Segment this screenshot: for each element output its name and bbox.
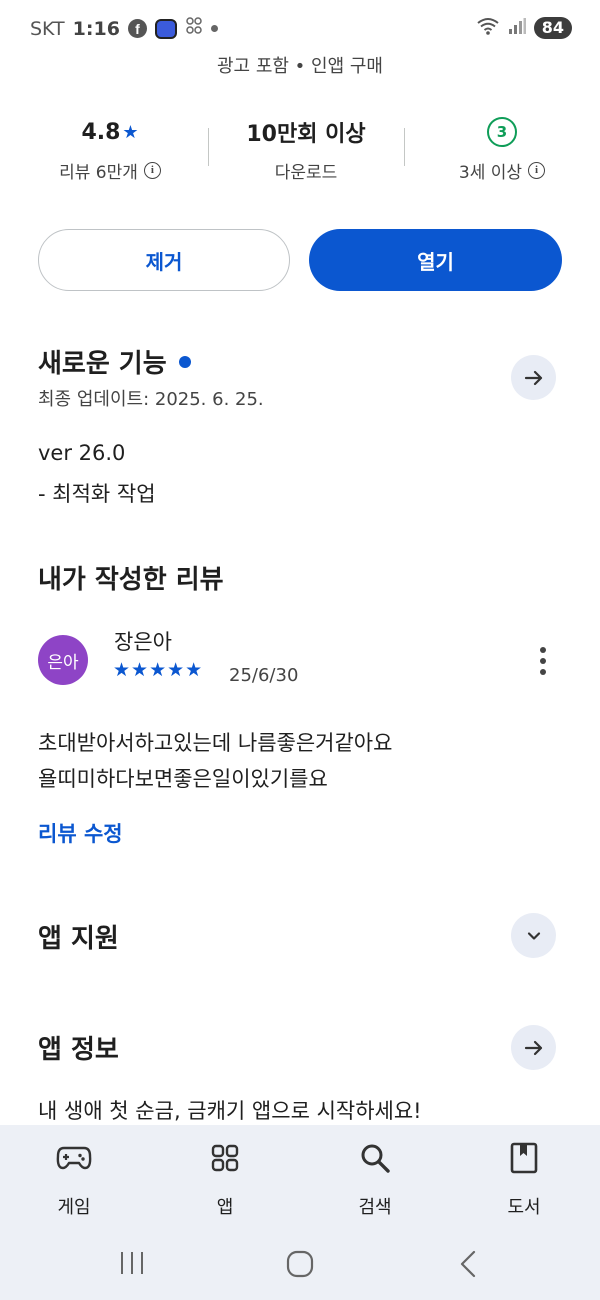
nav-label-apps: 앱: [216, 1197, 234, 1218]
ads-in-app-purchase-label: 광고 포함 • 인앱 구매: [217, 56, 383, 77]
battery-icon: 84: [533, 17, 572, 39]
nav-label-search: 검색: [358, 1197, 392, 1218]
last-updated-label: 최종 업데이트: 2025. 6. 25.: [38, 389, 264, 410]
version-text: ver 26.0: [38, 441, 126, 465]
nav-item-search[interactable]: 검색: [315, 1141, 435, 1219]
app-description: 내 생애 첫 순금, 금캐기 앱으로 시작하세요!: [38, 1099, 422, 1123]
my-review-title: 내가 작성한 리뷰: [38, 565, 224, 595]
clock: 1:16: [72, 17, 120, 40]
status-right: 84: [476, 16, 572, 40]
review-date: 25/6/30: [229, 665, 299, 686]
app-notification-icon: [154, 18, 177, 39]
search-icon: [315, 1141, 435, 1175]
edit-review-link[interactable]: 리뷰 수정: [38, 818, 123, 848]
app-info-title[interactable]: 앱 정보: [38, 1029, 119, 1066]
downloads-label: 다운로드: [274, 163, 338, 183]
more-options-icon[interactable]: [531, 644, 555, 678]
info-icon[interactable]: i: [143, 162, 161, 179]
status-left: SKT 1:16 f: [30, 16, 218, 41]
book-icon: [464, 1141, 584, 1175]
nav-label-books: 도서: [507, 1197, 541, 1218]
review-text-line-1: 초대받아서하고있는데 나름좋은거같아요: [38, 731, 393, 755]
age-rating-badge-icon: 3: [487, 117, 517, 147]
wifi-icon: [476, 16, 500, 40]
rating-stat[interactable]: 4.8 ★ 리뷰 6만개 i: [20, 112, 200, 183]
whats-new-arrow-button[interactable]: [511, 355, 556, 400]
reviewer-name: 장은아: [114, 630, 172, 654]
recents-icon[interactable]: [118, 1250, 146, 1280]
release-notes-text: - 최적화 작업: [38, 482, 156, 506]
nav-label-games: 게임: [57, 1197, 91, 1218]
home-icon[interactable]: [286, 1250, 314, 1282]
app-support-title[interactable]: 앱 지원: [38, 918, 119, 955]
app-stats-row: 4.8 ★ 리뷰 6만개 i 10만회 이상 다운로드 3 3세 이상 i: [0, 112, 600, 192]
apps-grid-icon: [165, 1141, 285, 1175]
age-rating-label: 3세 이상: [458, 163, 523, 183]
downloads-stat: 10만회 이상 다운로드: [216, 112, 396, 183]
uninstall-button[interactable]: 제거: [38, 229, 290, 291]
stat-divider: [208, 128, 209, 166]
whats-new-title-text: 새로운 기능: [38, 349, 167, 379]
downloads-value: 10만회 이상: [246, 122, 366, 147]
whats-new-title[interactable]: 새로운 기능: [38, 343, 191, 380]
arrow-right-icon: [524, 370, 542, 385]
nav-item-apps[interactable]: 앱: [165, 1141, 285, 1219]
app-info-arrow-button[interactable]: [511, 1025, 556, 1070]
review-text-line-2: 욜띠미하다보면좋은일이있기를요: [38, 767, 328, 791]
avatar: 은아: [38, 635, 88, 685]
nav-item-games[interactable]: 게임: [14, 1141, 134, 1219]
review-count-label: 리뷰 6만개: [59, 163, 138, 183]
carrier-label: SKT: [30, 17, 65, 40]
age-rating-stat[interactable]: 3 3세 이상 i: [412, 112, 592, 183]
signal-icon: [508, 17, 526, 39]
app-support-expand-button[interactable]: [511, 913, 556, 958]
open-button[interactable]: 열기: [309, 229, 562, 291]
status-bar: SKT 1:16 f 84: [0, 0, 600, 52]
stat-divider: [404, 128, 405, 166]
facebook-icon: f: [127, 19, 147, 38]
chevron-down-icon: [527, 931, 540, 940]
new-indicator-dot: [178, 355, 191, 368]
back-icon[interactable]: [458, 1250, 478, 1282]
dual-sim-icon: [185, 16, 203, 41]
system-navigation-bar: [0, 1240, 600, 1290]
nav-item-books[interactable]: 도서: [464, 1141, 584, 1219]
gamepad-icon: [14, 1141, 134, 1175]
review-star-rating: ★★★★★: [113, 659, 204, 681]
arrow-right-icon: [524, 1040, 542, 1055]
star-icon: ★: [122, 121, 139, 143]
info-icon[interactable]: i: [528, 162, 546, 179]
rating-value: 4.8: [81, 119, 121, 145]
notification-dot: [210, 25, 218, 32]
